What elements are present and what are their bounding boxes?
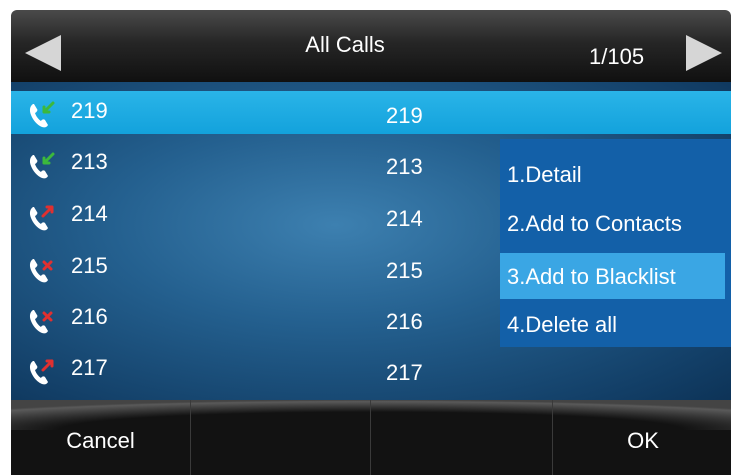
softkey-2[interactable] [191,400,371,475]
call-number: 214 [71,201,108,226]
menu-item-add-to-contacts[interactable]: 2.Add to Contacts [500,200,731,246]
page-title: All Calls [305,32,385,57]
call-number: 215 [71,253,108,278]
menu-item-label: 2.Add to Contacts [507,211,682,236]
call-row[interactable]: 217 217 [11,348,731,391]
call-number: 216 [71,304,108,329]
call-status-mark [42,101,55,114]
softkey-label: OK [627,428,659,453]
missed-call-icon [29,259,53,283]
menu-item-delete-all[interactable]: 4.Delete all [500,301,731,347]
menu-item-label: 1.Detail [507,162,582,187]
phone-screen: All Calls 1/105 219 219 213 213 214 214 … [0,0,731,475]
call-name: 215 [386,258,423,283]
softkey-bar: Cancel OK [11,400,731,475]
call-number: 217 [71,355,108,380]
call-status-mark [41,205,54,218]
dialed-call-icon [29,359,54,385]
softkey-ok[interactable]: OK [553,400,731,475]
missed-call-icon [29,310,53,334]
call-status-mark [41,359,54,372]
received-call-icon [29,152,55,179]
menu-item-label: 3.Add to Blacklist [507,264,676,289]
page-indicator: 1/105 [589,44,645,69]
call-number: 219 [71,98,108,123]
menu-item-add-to-blacklist[interactable]: 3.Add to Blacklist [500,253,725,299]
call-name: 216 [386,309,423,334]
dialed-call-icon [29,205,54,231]
softkey-3[interactable] [373,400,553,475]
menu-item-detail[interactable]: 1.Detail [500,151,731,197]
call-name: 217 [386,360,423,385]
call-name: 219 [386,103,423,128]
call-row[interactable]: 219 219 [11,91,731,134]
title-bar: All Calls 1/105 [11,10,731,82]
handset-shape [29,361,48,385]
option-menu: 1.Detail 2.Add to Contacts 3.Add to Blac… [500,139,731,347]
call-status-mark [42,260,53,271]
call-name: 213 [386,154,423,179]
call-name: 214 [386,206,423,231]
received-call-icon [29,101,55,128]
softkey-cancel[interactable]: Cancel [11,400,191,475]
call-status-mark [42,152,55,165]
menu-item-label: 4.Delete all [507,312,618,337]
call-number: 213 [71,149,108,174]
call-status-mark [42,311,53,322]
softkey-label: Cancel [66,428,135,453]
right-arrow-icon[interactable] [686,35,722,71]
handset-shape [29,207,48,231]
